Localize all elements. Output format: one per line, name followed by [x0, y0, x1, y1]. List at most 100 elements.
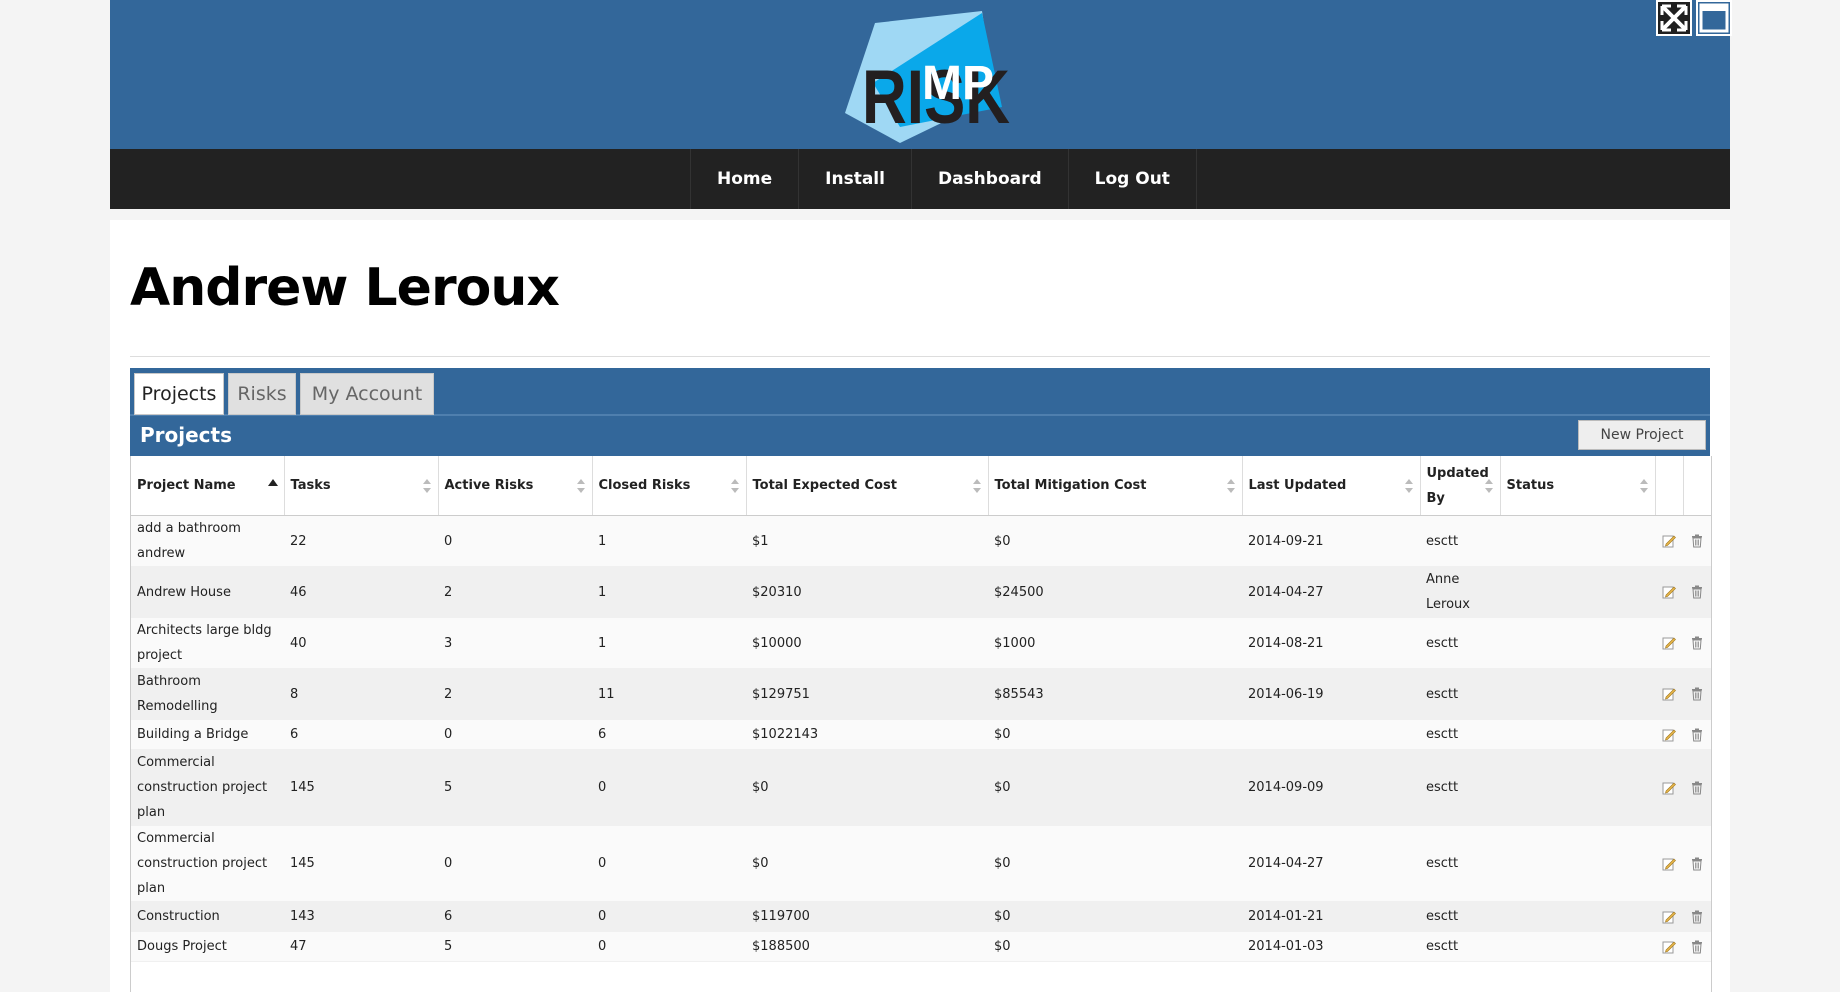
- cell-expected: $0: [746, 749, 988, 826]
- cell-active: 0: [438, 719, 592, 750]
- cell-active: 0: [438, 825, 592, 902]
- nav-logout[interactable]: Log Out: [1067, 149, 1197, 209]
- col-total-mitigation-cost[interactable]: Total Mitigation Cost: [988, 456, 1243, 516]
- cell-mitigation: $0: [988, 749, 1242, 826]
- cell-tasks: 145: [284, 825, 438, 902]
- window-icon[interactable]: [1696, 0, 1732, 36]
- edit-icon[interactable]: [1655, 825, 1683, 902]
- edit-icon[interactable]: [1655, 719, 1683, 750]
- window-controls: [1656, 0, 1732, 36]
- cell-status: [1500, 719, 1655, 750]
- nav-install[interactable]: Install: [798, 149, 911, 209]
- col-tasks[interactable]: Tasks: [284, 456, 439, 516]
- sort-icon: [576, 478, 585, 493]
- cell-expected: $20310: [746, 566, 988, 618]
- cell-name: Architects large bldg project: [131, 617, 284, 669]
- tab-my-account[interactable]: My Account: [300, 373, 434, 415]
- cell-mitigation: $85543: [988, 668, 1242, 720]
- table-row[interactable]: Commercial construction project plan 145 0…: [131, 825, 1711, 902]
- cell-status: [1500, 566, 1655, 618]
- edit-icon[interactable]: [1655, 668, 1683, 720]
- cell-status: [1500, 617, 1655, 669]
- cell-name: add a bathroom andrew: [131, 515, 284, 567]
- cell-closed: 6: [592, 719, 746, 750]
- cell-by: esctt: [1420, 617, 1500, 669]
- col-project-name[interactable]: Project Name: [131, 456, 285, 516]
- trash-icon[interactable]: [1683, 931, 1711, 962]
- trash-icon[interactable]: [1683, 825, 1711, 902]
- cell-name: Bathroom Remodelling: [131, 668, 284, 720]
- cell-updated: 2014-09-09: [1242, 749, 1420, 826]
- cell-closed: 0: [592, 749, 746, 826]
- tab-bar: Projects Risks My Account: [130, 368, 1710, 416]
- edit-icon[interactable]: [1655, 931, 1683, 962]
- col-updated-by[interactable]: Updated By: [1420, 456, 1501, 516]
- tab-projects[interactable]: Projects: [134, 373, 224, 415]
- table-row[interactable]: Commercial construction project plan 145 5…: [131, 749, 1711, 826]
- col-delete-action: [1683, 456, 1711, 516]
- edit-icon[interactable]: [1655, 617, 1683, 669]
- trash-icon[interactable]: [1683, 668, 1711, 720]
- cell-active: 2: [438, 668, 592, 720]
- new-project-button[interactable]: New Project: [1578, 420, 1706, 450]
- sort-icon: [972, 478, 981, 493]
- cell-tasks: 46: [284, 566, 438, 618]
- cell-closed: 1: [592, 566, 746, 618]
- col-label: Total Expected Cost: [752, 478, 897, 493]
- riskmp-logo[interactable]: RISK MP: [750, 5, 1130, 145]
- cell-updated: 2014-04-27: [1242, 566, 1420, 618]
- table-row[interactable]: Dougs Project 47 5 0 $188500 $0 2014-01-03 esct…: [131, 931, 1711, 962]
- app-frame: RISK MP Home Install Dashboard Log Out A…: [110, 0, 1732, 992]
- cell-closed: 1: [592, 515, 746, 567]
- cell-mitigation: $0: [988, 515, 1242, 567]
- cell-status: [1500, 825, 1655, 902]
- col-closed-risks[interactable]: Closed Risks: [592, 456, 747, 516]
- edit-icon[interactable]: [1655, 515, 1683, 567]
- sort-asc-icon: [267, 478, 278, 486]
- table-row[interactable]: Construction 143 6 0 $119700 $0 2014-01-21 esct…: [131, 901, 1711, 932]
- table-row[interactable]: Bathroom Remodelling 8 2 11 $129751 $85543 201…: [131, 668, 1711, 720]
- cell-tasks: 40: [284, 617, 438, 669]
- edit-icon[interactable]: [1655, 901, 1683, 932]
- table-row[interactable]: add a bathroom andrew 22 0 1 $1 $0 2014-09-21 e…: [131, 515, 1711, 567]
- cell-name: Commercial construction project plan: [131, 749, 284, 826]
- table-row[interactable]: Architects large bldg project 40 3 1 $10000 $…: [131, 617, 1711, 669]
- trash-icon[interactable]: [1683, 901, 1711, 932]
- nav-dashboard[interactable]: Dashboard: [910, 149, 1068, 209]
- trash-icon[interactable]: [1683, 566, 1711, 618]
- cell-tasks: 8: [284, 668, 438, 720]
- cell-by: esctt: [1420, 515, 1500, 567]
- cell-tasks: 145: [284, 749, 438, 826]
- site-header: RISK MP: [110, 0, 1732, 149]
- cell-active: 3: [438, 617, 592, 669]
- trash-icon[interactable]: [1683, 719, 1711, 750]
- fullscreen-icon[interactable]: [1656, 0, 1692, 36]
- cell-updated: 2014-06-19: [1242, 668, 1420, 720]
- cell-status: [1500, 901, 1655, 932]
- cell-by: esctt: [1420, 749, 1500, 826]
- edit-icon[interactable]: [1655, 749, 1683, 826]
- col-last-updated[interactable]: Last Updated: [1242, 456, 1421, 516]
- cell-expected: $1022143: [746, 719, 988, 750]
- tab-risks[interactable]: Risks: [228, 373, 296, 415]
- col-status[interactable]: Status: [1500, 456, 1656, 516]
- col-total-expected-cost[interactable]: Total Expected Cost: [746, 456, 989, 516]
- trash-icon[interactable]: [1683, 515, 1711, 567]
- col-active-risks[interactable]: Active Risks: [438, 456, 593, 516]
- edit-icon[interactable]: [1655, 566, 1683, 618]
- cell-by: esctt: [1420, 719, 1500, 750]
- cell-name: Construction: [131, 901, 284, 932]
- panel-title: Projects: [140, 423, 233, 447]
- col-label: Last Updated: [1248, 478, 1347, 493]
- cell-name: Andrew House: [131, 566, 284, 618]
- cell-name: Building a Bridge: [131, 719, 284, 750]
- cell-mitigation: $0: [988, 825, 1242, 902]
- cell-updated: 2014-01-03: [1242, 931, 1420, 962]
- table-row[interactable]: Andrew House 46 2 1 $20310 $24500 2014-04-27 An…: [131, 566, 1711, 618]
- nav-home[interactable]: Home: [690, 149, 798, 209]
- trash-icon[interactable]: [1683, 749, 1711, 826]
- cell-updated: [1242, 719, 1420, 750]
- trash-icon[interactable]: [1683, 617, 1711, 669]
- table-row[interactable]: Building a Bridge 6 0 6 $1022143 $0 esctt: [131, 719, 1711, 750]
- cell-name: Dougs Project: [131, 931, 284, 962]
